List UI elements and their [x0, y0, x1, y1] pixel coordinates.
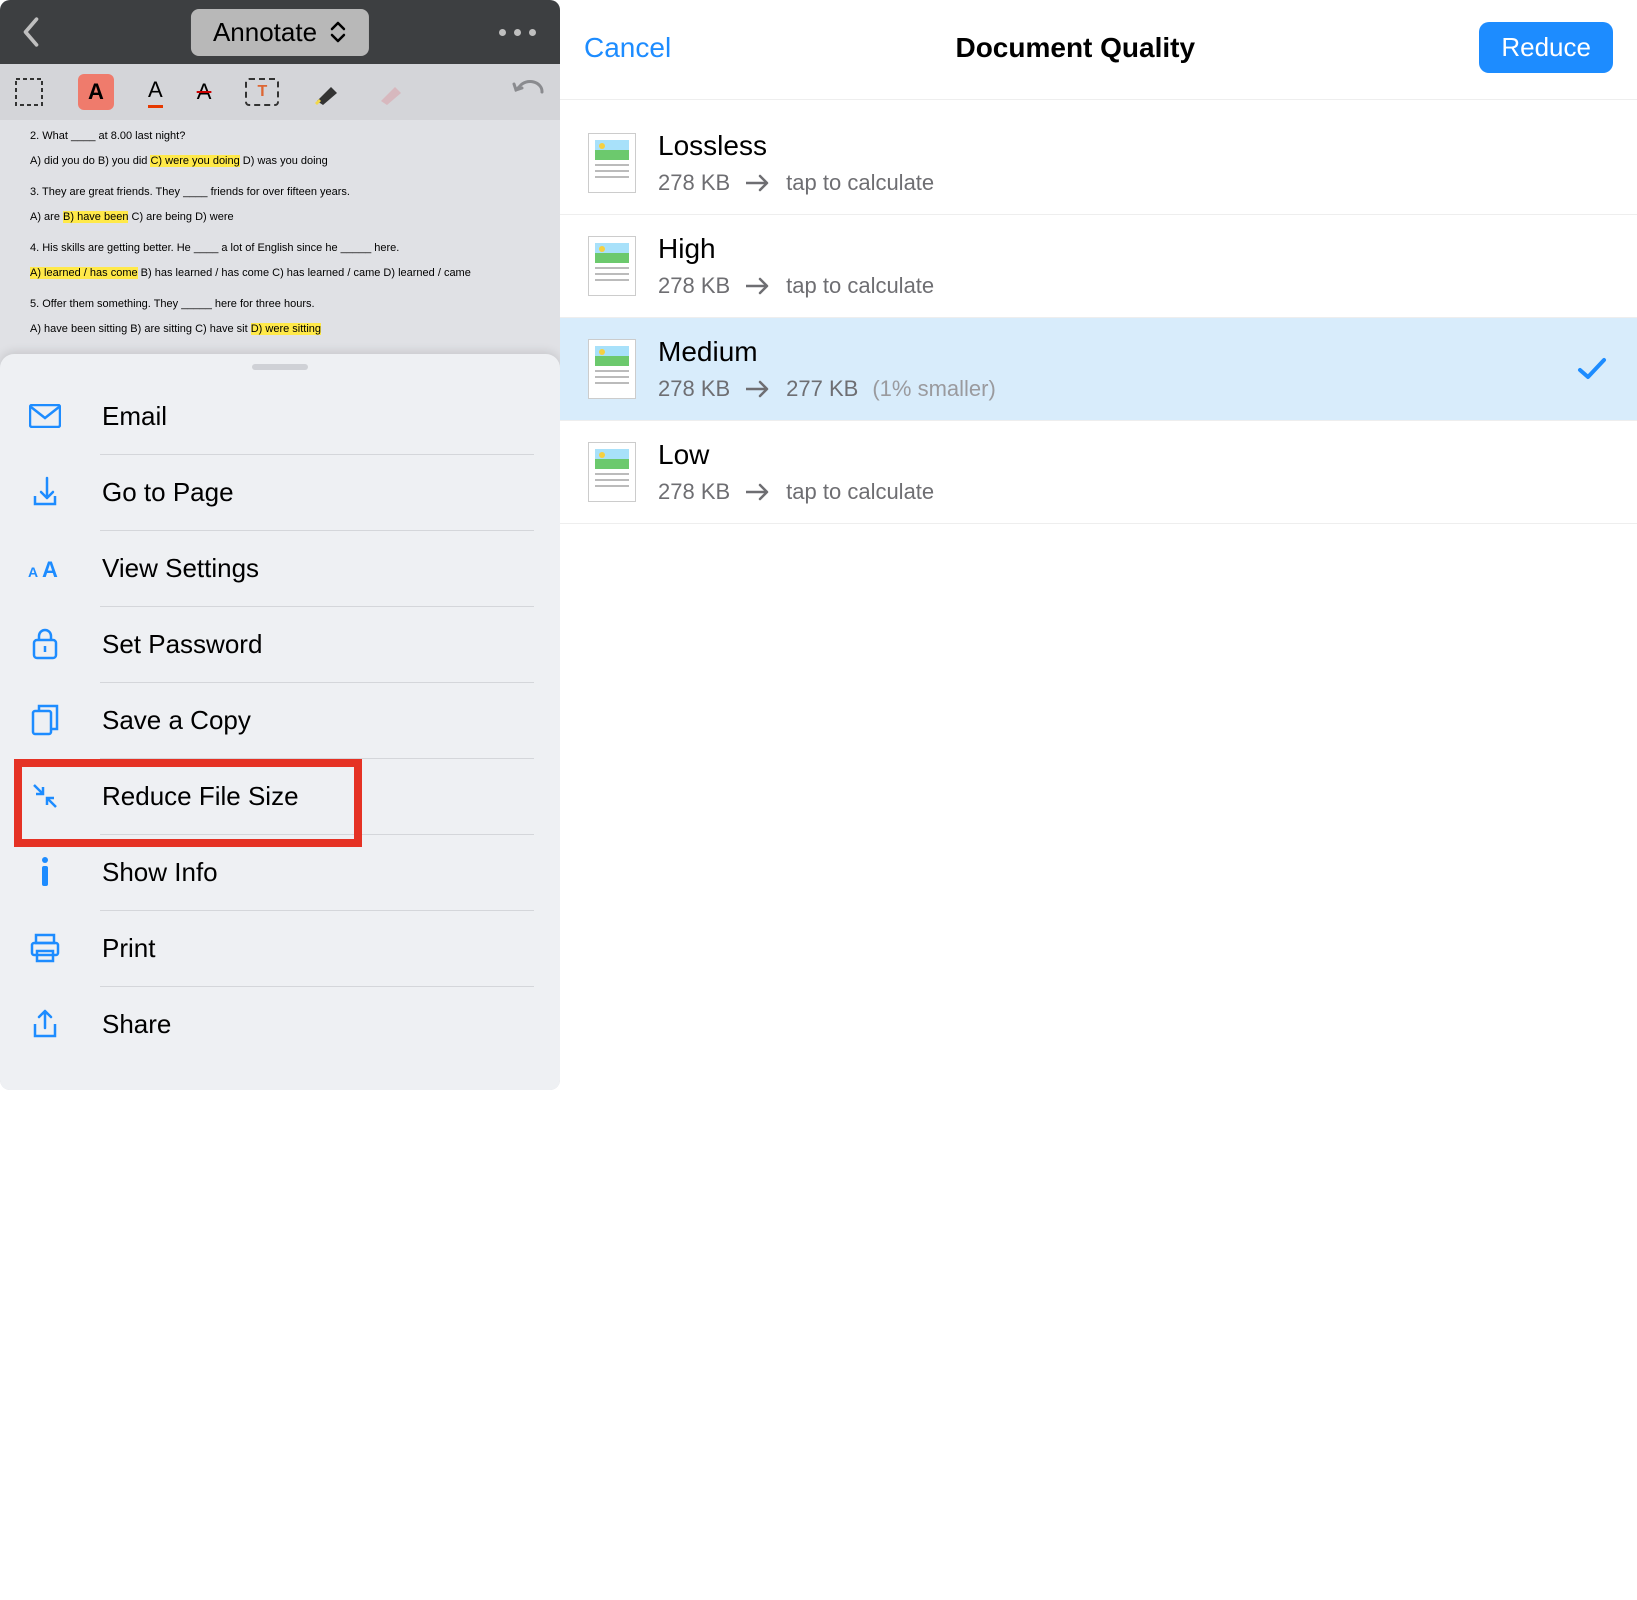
info-icon	[28, 856, 62, 888]
size-before: 278 KB	[658, 479, 730, 505]
underline-tool[interactable]: A	[148, 77, 163, 108]
cancel-button[interactable]: Cancel	[584, 32, 671, 64]
quality-option-high[interactable]: High 278 KB tap to calculate	[560, 215, 1637, 318]
right-panel: Cancel Document Quality Reduce Lossless 2…	[560, 0, 1637, 1090]
size-percent: (1% smaller)	[872, 376, 995, 402]
quality-name: Low	[658, 439, 1609, 471]
highlighted-text: B) have been	[63, 211, 128, 223]
back-button[interactable]	[20, 15, 42, 49]
email-icon	[28, 404, 62, 428]
menu-label: Reduce File Size	[102, 781, 299, 812]
menu-item-copy[interactable]: Save a Copy	[0, 682, 560, 758]
quality-header: Cancel Document Quality Reduce	[560, 0, 1637, 100]
quality-options-list: Lossless 278 KB tap to calculate High 278 KB…	[560, 100, 1637, 536]
copy-icon	[28, 704, 62, 736]
menu-label: Set Password	[102, 629, 262, 660]
quality-name: High	[658, 233, 1609, 265]
menu-item-goto[interactable]: Go to Page	[0, 454, 560, 530]
size-after: tap to calculate	[786, 479, 934, 505]
highlight-text-tool[interactable]: A	[78, 74, 114, 110]
doc-line: A) learned / has come B) has learned / h…	[30, 265, 530, 282]
quality-title: Document Quality	[955, 32, 1195, 64]
undo-button[interactable]	[512, 80, 546, 104]
highlighted-text: A) learned / has come	[30, 267, 138, 279]
menu-item-print[interactable]: Print	[0, 910, 560, 986]
textbox-tool[interactable]: T	[245, 78, 279, 106]
menu-item-share[interactable]: Share	[0, 986, 560, 1062]
doc-line: 3. They are great friends. They ____ fri…	[30, 184, 530, 201]
annotate-mode-selector[interactable]: Annotate	[191, 9, 369, 56]
thumbnail-icon	[588, 133, 636, 193]
doc-line: 2. What ____ at 8.00 last night?	[30, 128, 530, 145]
arrow-right-icon	[744, 379, 772, 399]
password-icon	[28, 628, 62, 660]
checkmark-icon	[1577, 357, 1607, 381]
selection-tool[interactable]	[14, 77, 44, 107]
doc-line: A) have been sitting B) are sitting C) h…	[30, 321, 530, 338]
quality-meta: 278 KB tap to calculate	[658, 273, 1609, 299]
quality-option-medium[interactable]: Medium 278 KB 277 KB (1% smaller)	[560, 318, 1637, 421]
menu-item-view[interactable]: AA View Settings	[0, 530, 560, 606]
strikethrough-tool[interactable]: A	[197, 79, 212, 105]
menu-label: Print	[102, 933, 155, 964]
quality-meta: 278 KB 277 KB (1% smaller)	[658, 376, 1609, 402]
view-icon: AA	[28, 555, 62, 581]
arrow-right-icon	[744, 173, 772, 193]
quality-option-lossless[interactable]: Lossless 278 KB tap to calculate	[560, 112, 1637, 215]
size-before: 278 KB	[658, 273, 730, 299]
highlighter-pen-tool[interactable]	[313, 79, 343, 105]
size-after: tap to calculate	[786, 273, 934, 299]
svg-text:A: A	[28, 564, 38, 580]
highlighted-text: D) were sitting	[251, 323, 321, 335]
mode-label: Annotate	[213, 17, 317, 48]
svg-text:A: A	[42, 557, 58, 581]
size-after: tap to calculate	[786, 170, 934, 196]
reduce-icon	[28, 781, 62, 811]
left-panel: Annotate A A A T 2. What ____ at 8.00 la…	[0, 0, 560, 1090]
size-after: 277 KB	[786, 376, 858, 402]
goto-icon	[28, 476, 62, 508]
share-icon	[28, 1008, 62, 1040]
menu-label: Go to Page	[102, 477, 234, 508]
size-before: 278 KB	[658, 376, 730, 402]
menu-item-info[interactable]: Show Info	[0, 834, 560, 910]
menu-label: Show Info	[102, 857, 218, 888]
arrow-right-icon	[744, 482, 772, 502]
quality-option-low[interactable]: Low 278 KB tap to calculate	[560, 421, 1637, 524]
doc-line: 4. His skills are getting better. He ___…	[30, 240, 530, 257]
eraser-tool[interactable]	[377, 79, 407, 105]
quality-name: Lossless	[658, 130, 1609, 162]
thumbnail-icon	[588, 339, 636, 399]
quality-meta: 278 KB tap to calculate	[658, 479, 1609, 505]
top-toolbar: Annotate	[0, 0, 560, 64]
annotation-toolbar: A A A T	[0, 64, 560, 120]
menu-item-email[interactable]: Email	[0, 378, 560, 454]
thumbnail-icon	[588, 236, 636, 296]
size-before: 278 KB	[658, 170, 730, 196]
menu-label: View Settings	[102, 553, 259, 584]
doc-line: A) are B) have been C) are being D) were	[30, 209, 530, 226]
menu-item-password[interactable]: Set Password	[0, 606, 560, 682]
menu-label: Email	[102, 401, 167, 432]
menu-label: Save a Copy	[102, 705, 251, 736]
highlighted-text: C) were you doing	[150, 155, 239, 167]
actions-sheet: Email Go to Page AA View Settings Set Passwo…	[0, 354, 560, 1090]
more-button[interactable]	[499, 29, 536, 36]
quality-name: Medium	[658, 336, 1609, 368]
reduce-button[interactable]: Reduce	[1479, 22, 1613, 73]
doc-line: A) did you do B) you did C) were you doi…	[30, 153, 530, 170]
doc-line: 5. Offer them something. They _____ here…	[30, 296, 530, 313]
quality-meta: 278 KB tap to calculate	[658, 170, 1609, 196]
menu-item-reduce[interactable]: Reduce File Size	[0, 758, 560, 834]
print-icon	[28, 933, 62, 963]
menu-label: Share	[102, 1009, 171, 1040]
thumbnail-icon	[588, 442, 636, 502]
arrow-right-icon	[744, 276, 772, 296]
sheet-grabber[interactable]	[252, 364, 308, 370]
chevron-up-down-icon	[329, 21, 347, 43]
